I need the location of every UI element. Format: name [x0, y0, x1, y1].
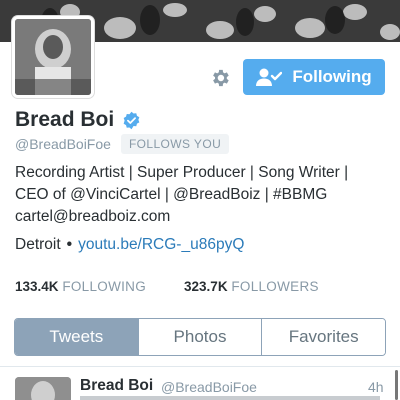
- bio-line: CEO of @VinciCartel | @BreadBoiz | #BBMG: [15, 186, 328, 203]
- tab-favorites[interactable]: Favorites: [262, 319, 385, 355]
- tab-photos[interactable]: Photos: [138, 319, 263, 355]
- avatar-image: [15, 19, 91, 95]
- following-stat[interactable]: 133.4K FOLLOWING: [15, 279, 146, 294]
- scrollbar[interactable]: [395, 370, 398, 400]
- divider: [0, 366, 400, 367]
- display-name: Bread Boi: [15, 108, 115, 131]
- followers-label: FOLLOWERS: [231, 279, 319, 294]
- gear-icon: [213, 69, 229, 87]
- tweet-author-name[interactable]: Bread Boi: [80, 377, 153, 395]
- stats-row: 133.4K FOLLOWING 323.7K FOLLOWERS: [15, 279, 385, 294]
- bio-line: cartel@breadboiz.com: [15, 208, 171, 225]
- followers-count: 323.7K: [184, 279, 228, 294]
- profile-avatar[interactable]: [12, 16, 94, 98]
- profile-location: Detroit: [15, 236, 61, 253]
- avatar-image: [15, 377, 71, 400]
- tweet-avatar[interactable]: [15, 377, 71, 400]
- location-row: Detroit • youtu.be/RCG-_u86pyQ: [15, 236, 244, 254]
- profile-website-link[interactable]: youtu.be/RCG-_u86pyQ: [78, 236, 244, 254]
- follows-you-badge: FOLLOWS YOU: [120, 134, 230, 154]
- tweet-author-handle: @BreadBoiFoe: [161, 379, 257, 395]
- following-button[interactable]: Following: [243, 59, 385, 95]
- verified-badge-icon: [123, 111, 140, 129]
- settings-button[interactable]: [205, 63, 235, 93]
- profile-bio: Recording Artist | Super Producer | Song…: [15, 162, 390, 228]
- tweet-text-preview: [80, 396, 380, 400]
- following-button-label: Following: [292, 67, 372, 86]
- profile-handle: @BreadBoiFoe: [15, 136, 111, 152]
- profile-tabs: Tweets Photos Favorites: [14, 318, 386, 356]
- person-check-icon: [256, 68, 283, 86]
- followers-stat[interactable]: 323.7K FOLLOWERS: [184, 279, 319, 294]
- following-label: FOLLOWING: [62, 279, 147, 294]
- separator-dot: •: [66, 236, 73, 253]
- tab-tweets[interactable]: Tweets: [15, 319, 139, 355]
- following-count: 133.4K: [15, 279, 59, 294]
- tweet-timestamp: 4h: [368, 379, 384, 395]
- display-name-row: Bread Boi: [15, 108, 141, 132]
- bio-line: Recording Artist | Super Producer | Song…: [15, 164, 349, 181]
- handle-row: @BreadBoiFoe FOLLOWS YOU: [15, 134, 230, 154]
